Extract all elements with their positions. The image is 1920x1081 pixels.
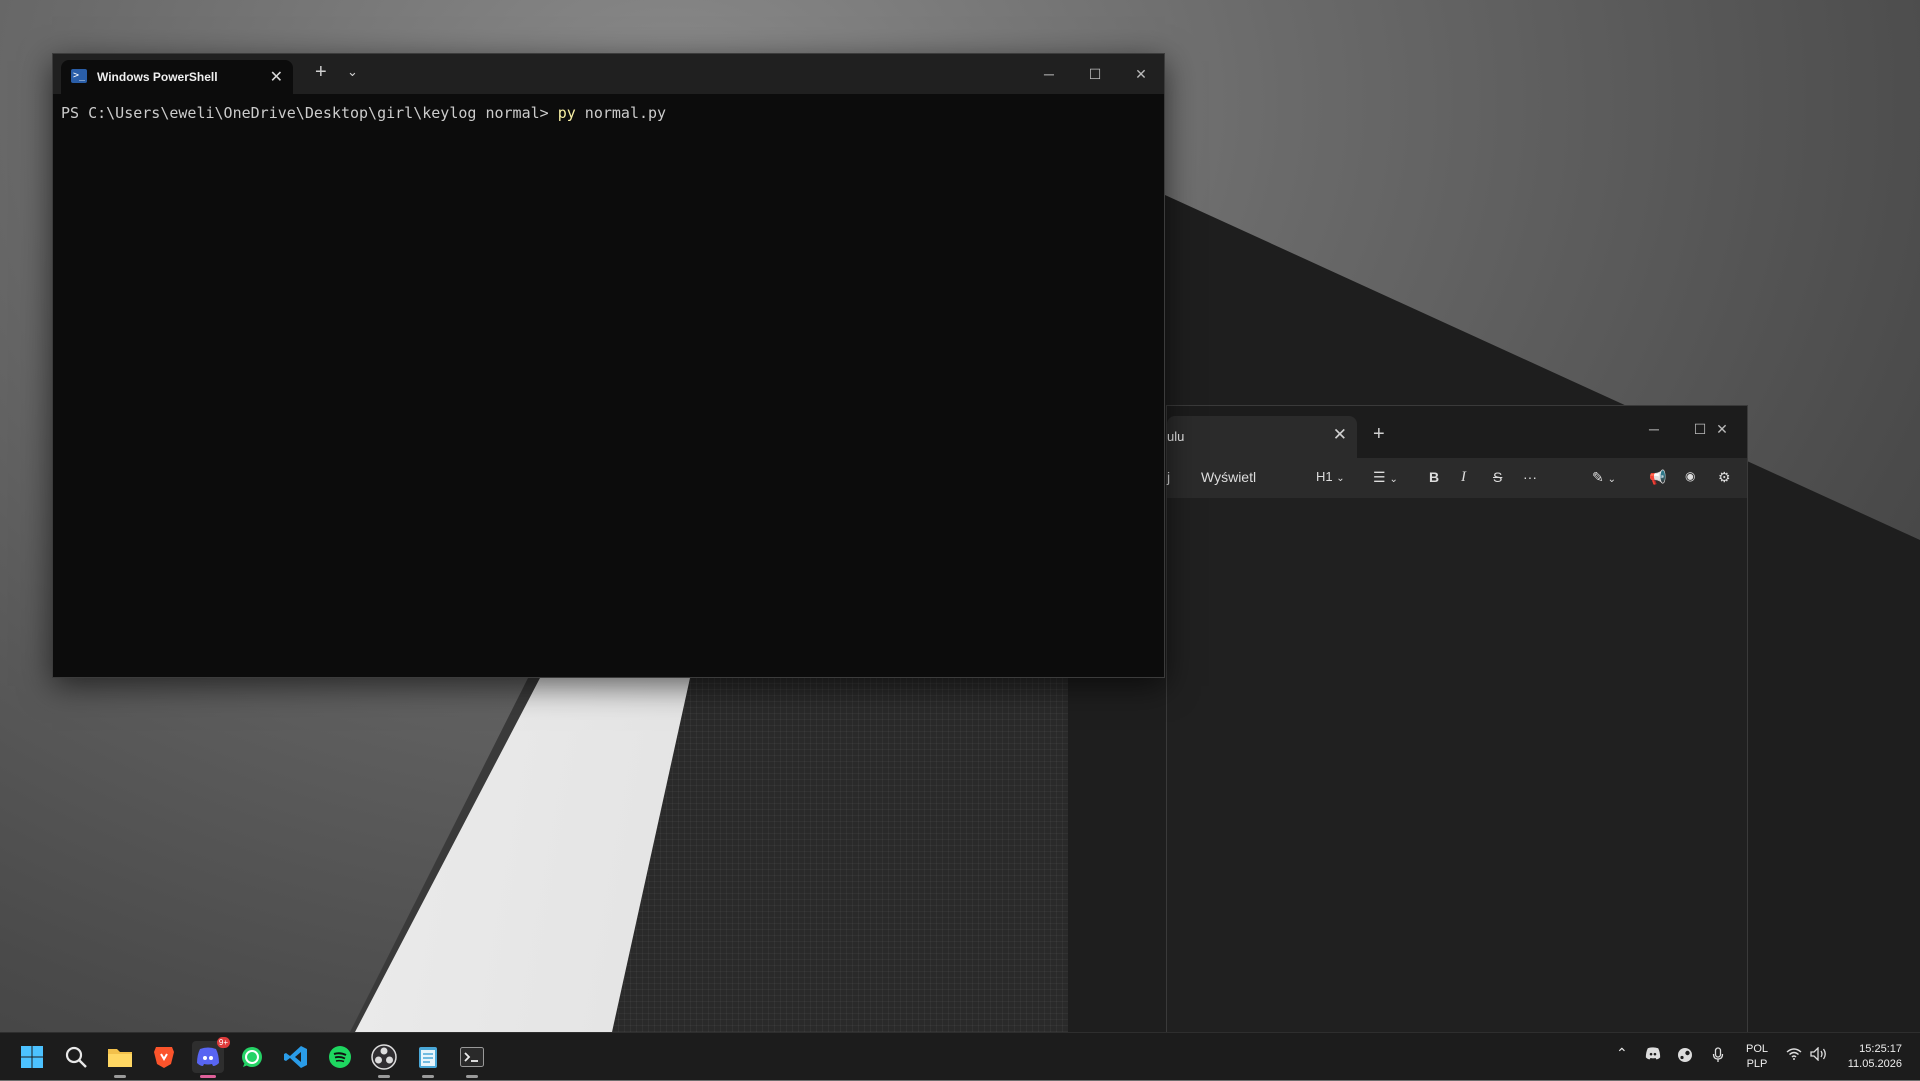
account-icon[interactable]: ◉ xyxy=(1685,469,1695,483)
copilot-icon: ✎ xyxy=(1592,469,1604,485)
notepad-toolbar: j Wyświetl H1 ⌄ ☰ ⌄ B I S ··· ✎ ⌄ 📢 ◉ ⚙ xyxy=(1167,458,1747,498)
keyboard-layout: PLP xyxy=(1746,1058,1768,1070)
terminal-close-button[interactable]: ✕ xyxy=(1118,59,1164,89)
language-indicator[interactable]: POL PLP xyxy=(1742,1042,1772,1072)
terminal-command: py xyxy=(557,104,576,122)
settings-gear-icon[interactable]: ⚙ xyxy=(1718,469,1731,486)
notepad-tab-title: ulu xyxy=(1167,429,1185,444)
more-options-icon[interactable]: ··· xyxy=(1523,469,1537,485)
terminal-prompt: PS C:\Users\eweli\OneDrive\Desktop\girl\… xyxy=(61,104,558,122)
terminal-dropdown-chevron-icon[interactable]: ⌄ xyxy=(347,64,358,80)
terminal-maximize-button[interactable]: ☐ xyxy=(1072,59,1118,89)
notepad-editor[interactable] xyxy=(1167,498,1747,1032)
terminal-tab-title: Windows PowerShell xyxy=(97,70,218,84)
notepad-window[interactable]: ulu ✕ + ─ ☐ ✕ j Wyświetl H1 ⌄ ☰ ⌄ B I S … xyxy=(1166,405,1748,1032)
terminal-new-tab-icon[interactable]: + xyxy=(315,61,327,84)
copilot-dropdown[interactable]: ✎ ⌄ xyxy=(1592,469,1616,486)
terminal-minimize-button[interactable]: ─ xyxy=(1026,59,1072,89)
notepad-menu-view[interactable]: Wyświetl xyxy=(1201,469,1256,485)
show-hidden-icons-chevron-up-icon[interactable]: ⌃ xyxy=(1616,1045,1628,1062)
clock[interactable]: 15:25:17 11.05.2026 xyxy=(1836,1042,1902,1072)
heading-dropdown[interactable]: H1 ⌄ xyxy=(1316,469,1345,484)
notepad-menu-edit[interactable]: j xyxy=(1167,469,1170,485)
notepad-minimize-button[interactable]: ─ xyxy=(1631,414,1677,444)
volume-icon[interactable] xyxy=(1810,1046,1828,1064)
notepad-titlebar[interactable]: ulu ✕ + ─ ☐ ✕ xyxy=(1167,406,1747,458)
terminal-titlebar[interactable]: >_ Windows PowerShell ✕ + ⌄ ─ ☐ ✕ xyxy=(53,54,1164,94)
italic-button[interactable]: I xyxy=(1461,469,1466,486)
terminal-command-args: normal.py xyxy=(575,104,667,122)
discord-tray-icon[interactable] xyxy=(1645,1047,1661,1063)
bold-button[interactable]: B xyxy=(1429,469,1439,485)
strikethrough-button[interactable]: S xyxy=(1493,469,1502,485)
terminal-tab-close-icon[interactable]: ✕ xyxy=(270,67,283,87)
clock-date: 11.05.2026 xyxy=(1847,1058,1902,1070)
terminal-tab[interactable]: >_ Windows PowerShell ✕ xyxy=(61,60,293,94)
announcement-icon[interactable]: 📢 xyxy=(1649,469,1666,486)
chevron-down-icon: ⌄ xyxy=(1389,474,1398,485)
chevron-down-icon: ⌄ xyxy=(1336,473,1345,484)
taskbar: 9+ ⌃ POL PLP 15:25:17 11.05.2026 xyxy=(0,1032,1920,1080)
notepad-close-button[interactable]: ✕ xyxy=(1699,414,1745,444)
steam-tray-icon[interactable] xyxy=(1677,1047,1693,1066)
terminal-output[interactable]: PS C:\Users\eweli\OneDrive\Desktop\girl\… xyxy=(53,94,1164,132)
notepad-tab-close-icon[interactable]: ✕ xyxy=(1333,425,1347,445)
system-tray: ⌃ POL PLP 15:25:17 11.05.2026 xyxy=(0,1033,1920,1081)
chevron-down-icon: ⌄ xyxy=(1607,474,1617,485)
list-dropdown[interactable]: ☰ ⌄ xyxy=(1373,469,1398,486)
heading-label: H1 xyxy=(1316,469,1333,484)
notepad-tab[interactable]: ulu ✕ xyxy=(1167,416,1357,458)
powershell-icon: >_ xyxy=(71,69,87,83)
notepad-new-tab-icon[interactable]: + xyxy=(1373,423,1385,446)
terminal-window[interactable]: >_ Windows PowerShell ✕ + ⌄ ─ ☐ ✕ PS C:\… xyxy=(52,53,1165,678)
microphone-icon[interactable] xyxy=(1712,1047,1724,1066)
language-code: POL xyxy=(1745,1043,1768,1055)
clock-time: 15:25:17 xyxy=(1859,1043,1902,1055)
wifi-icon[interactable] xyxy=(1786,1047,1802,1063)
list-icon: ☰ xyxy=(1373,469,1386,485)
